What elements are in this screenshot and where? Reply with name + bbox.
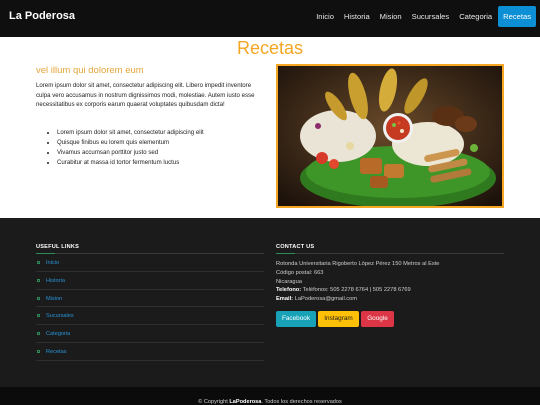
nav-item-historia[interactable]: Historia xyxy=(340,6,374,27)
navbar: La Poderosa Inicio Historia Mision Sucur… xyxy=(0,0,540,37)
contact-country: Nicaragua xyxy=(276,278,302,285)
chevron-right-icon xyxy=(37,332,40,336)
food-photo xyxy=(276,64,504,208)
footer-link-label[interactable]: Recetas xyxy=(46,349,67,355)
contact-phone: Telefono: Teléfonos: 505 2278 6764 | 505… xyxy=(276,286,439,295)
copyright-text: © Copyright LaPoderosa. Todos los derech… xyxy=(0,399,540,405)
email-value[interactable]: LaPoderosa@gmail.com xyxy=(295,296,357,302)
intro-paragraph: Lorem ipsum dolor sit amet, consectetur … xyxy=(36,82,255,109)
list-item: Vivamus accumsan porttitor justo sed xyxy=(57,148,204,158)
footer-link-label[interactable]: Categoria xyxy=(46,331,70,337)
email-label: Email: xyxy=(276,296,294,303)
nav-item-mision[interactable]: Mision xyxy=(376,6,406,27)
footer-link-categoria[interactable]: Categoria xyxy=(36,325,264,343)
footer-link-label[interactable]: Sucursales xyxy=(46,313,74,319)
instagram-button[interactable]: Instagram xyxy=(318,311,359,327)
google-button[interactable]: Google xyxy=(361,311,394,327)
nav-menu: Inicio Historia Mision Sucursales Catego… xyxy=(310,6,536,27)
section-subtitle: vel illum qui dolorem eum xyxy=(36,65,144,76)
nav-item-categoria[interactable]: Categoria xyxy=(455,6,496,27)
footer-link-label[interactable]: Historia xyxy=(46,278,65,284)
nav-item-inicio[interactable]: Inicio xyxy=(312,6,338,27)
contact-email: Email: LaPoderosa@gmail.com xyxy=(276,295,439,304)
footer-link-sucursales[interactable]: Sucursales xyxy=(36,307,264,326)
list-item: Curabitur at massa id tortor fermentum l… xyxy=(57,158,204,168)
food-platter-image xyxy=(278,66,502,206)
nav-item-recetas[interactable]: Recetas xyxy=(498,6,536,27)
footer-link-inicio[interactable]: Inicio xyxy=(36,254,264,272)
copyright-prefix: © Copyright xyxy=(198,399,228,405)
chevron-right-icon xyxy=(37,261,40,264)
copyright-bar: © Copyright LaPoderosa. Todos los derech… xyxy=(0,387,540,405)
contact-info: Rotonda Universitaria Rigoberto López Pé… xyxy=(276,260,439,304)
feature-list: Lorem ipsum dolor sit amet, consectetur … xyxy=(57,128,204,167)
phone-value: Teléfonos: 505 2278 6764 | 505 2278 6769 xyxy=(302,287,411,294)
footer-link-label[interactable]: Mision xyxy=(46,296,62,302)
brand-logo[interactable]: La Poderosa xyxy=(9,10,75,22)
chevron-right-icon xyxy=(37,278,40,282)
chevron-right-icon xyxy=(37,314,40,318)
facebook-button[interactable]: Facebook xyxy=(276,311,316,327)
copyright-brand: LaPoderosa xyxy=(229,399,262,405)
footer-link-historia[interactable]: Historia xyxy=(36,272,264,290)
chevron-right-icon xyxy=(37,296,40,300)
useful-links-list: Inicio Historia Mision Sucursales Catego… xyxy=(36,254,264,361)
chevron-right-icon xyxy=(37,349,40,353)
contact-address: Rotonda Universitaria Rigoberto López Pé… xyxy=(276,261,440,267)
contact-postal: Código postal: 663 xyxy=(276,269,324,276)
footer-link-label[interactable]: Inicio xyxy=(46,260,59,266)
phone-label: Telefono: xyxy=(276,287,302,294)
copyright-suffix: . Todos los derechos reservados xyxy=(261,399,342,405)
footer-contact-heading: CONTACT US xyxy=(276,244,315,250)
footer-link-mision[interactable]: Mision xyxy=(36,290,264,308)
footer-links-heading: USEFUL LINKS xyxy=(36,244,80,250)
list-item: Lorem ipsum dolor sit amet, consectetur … xyxy=(57,128,204,138)
footer-link-recetas[interactable]: Recetas xyxy=(36,343,264,361)
divider xyxy=(276,253,504,254)
divider-accent xyxy=(276,253,295,254)
page-title: Recetas xyxy=(236,38,304,58)
nav-item-sucursales[interactable]: Sucursales xyxy=(408,6,454,27)
list-item: Quisque finibus eu lorem quis elementum xyxy=(57,138,204,148)
